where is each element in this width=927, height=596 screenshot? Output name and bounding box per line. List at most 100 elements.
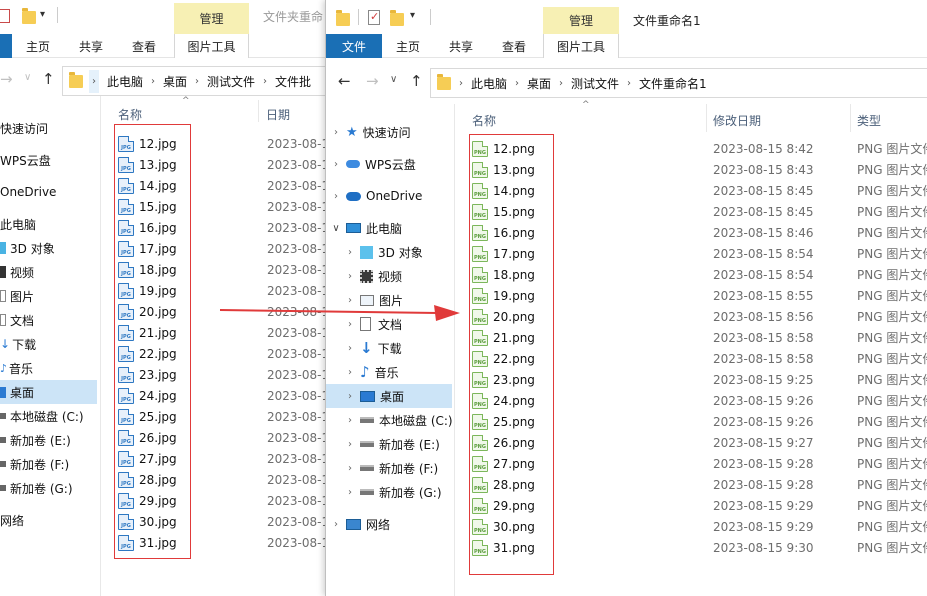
breadcrumb-item[interactable]: 文件批 [275,73,311,90]
checklist-icon[interactable] [0,9,10,23]
nav-item-wps-cloud[interactable]: WPS云盘 [0,148,100,172]
chevron-right-icon[interactable]: › [340,463,360,474]
nav-item-quick-access[interactable]: › ★ 快速访问 [326,120,454,144]
nav-item-drive-g[interactable]: 新加卷 (G:) [0,476,100,500]
chevron-right-icon[interactable]: › [340,247,360,258]
breadcrumb-item[interactable]: 此电脑 [107,73,143,90]
nav-item-quick-access[interactable]: 快速访问 [0,116,100,140]
highlight-box-jpg [114,124,191,559]
dropdown-icon[interactable]: ▾ [410,10,415,21]
chevron-right-icon[interactable]: › [326,191,346,202]
chevron-right-icon[interactable]: › [340,391,360,402]
recent-dropdown-icon[interactable]: ∨ [390,74,397,85]
file-modified-date: 2023-08-15 8:46 [713,225,814,240]
tab-picture-tools[interactable]: 图片工具 [543,34,619,58]
nav-item-videos[interactable]: 视频 [0,260,100,284]
folder-icon[interactable] [390,10,404,26]
drive-icon [0,485,6,491]
nav-item-this-pc[interactable]: 此电脑 [0,212,100,236]
nav-item-pictures[interactable]: 图片 [0,284,100,308]
forward-arrow-icon[interactable]: → [366,72,379,90]
chevron-down-icon[interactable]: ∨ [326,223,346,234]
chevron-right-icon[interactable]: › [340,271,360,282]
nav-item-3d-objects[interactable]: › 3D 对象 [340,240,454,264]
tab-picture-tools[interactable]: 图片工具 [174,34,249,58]
nav-label: WPS云盘 [365,157,416,172]
dropdown-icon[interactable]: ▾ [40,9,45,20]
nav-item-desktop[interactable]: 桌面 [0,380,97,404]
cube-icon [0,242,6,254]
chevron-right-icon[interactable]: › [340,343,360,354]
column-divider [706,104,707,132]
tab-home[interactable]: 主页 [396,34,420,58]
tab-file[interactable]: 文件 [326,34,382,58]
breadcrumb-item[interactable]: 此电脑 [471,75,507,92]
chevron-right-icon[interactable]: › [340,415,360,426]
nav-item-downloads[interactable]: ↓ 下载 [0,332,100,356]
file-date: 2023-08-1 [267,136,330,151]
checklist-icon[interactable]: ✓ [368,10,380,25]
nav-item-drive-g[interactable]: › 新加卷 (G:) [340,480,454,504]
drive-icon [360,417,374,423]
up-icon[interactable]: ↑ [42,70,55,88]
tab-share[interactable]: 共享 [79,34,103,58]
nav-item-3d-objects[interactable]: 3D 对象 [0,236,100,260]
column-header-date[interactable]: 日期 [266,106,290,123]
address-box[interactable]: › 此电脑 › 桌面 › 测试文件 › 文件批 [62,66,340,96]
chevron-right-icon[interactable]: › [326,159,346,170]
tab-view[interactable]: 查看 [132,34,156,58]
chevron-right-icon[interactable]: › [340,439,360,450]
chevron-right-icon[interactable]: › [340,295,360,306]
column-header-name[interactable]: 名称 [472,112,496,129]
recent-dropdown-icon[interactable]: ∨ [24,72,31,83]
nav-item-music[interactable]: › ♪ 音乐 [340,360,454,384]
chevron-right-icon[interactable]: › [340,319,360,330]
nav-item-this-pc[interactable]: ∨ 此电脑 [326,216,454,240]
forward-icon[interactable]: → [0,70,13,88]
breadcrumb-item[interactable]: 桌面 [163,73,187,90]
nav-item-downloads[interactable]: › ↓ 下载 [340,336,454,360]
nav-item-network[interactable]: › 网络 [326,512,454,536]
column-header-name[interactable]: 名称 [118,106,142,123]
tab-view[interactable]: 查看 [502,34,526,58]
breadcrumb-item[interactable]: 桌面 [527,75,551,92]
column-header-type[interactable]: 类型 [857,112,881,129]
folder-icon[interactable] [22,8,36,24]
chevron-right-icon[interactable]: › [340,367,360,378]
nav-item-documents[interactable]: › 文档 [340,312,454,336]
chevron-right-icon[interactable]: › [340,487,360,498]
nav-item-onedrive[interactable]: › OneDrive [326,184,454,208]
back-arrow-icon[interactable]: ← [338,72,351,90]
back-titlebar: ▾ 管理 文件夹重命 [0,0,340,34]
nav-item-wps-cloud[interactable]: › WPS云盘 [326,152,454,176]
nav-item-network[interactable]: 网络 [0,508,100,532]
nav-item-drive-f[interactable]: 新加卷 (F:) [0,452,100,476]
nav-item-documents[interactable]: 文档 [0,308,100,332]
nav-item-music[interactable]: ♪ 音乐 [0,356,100,380]
nav-item-drive-c[interactable]: 本地磁盘 (C:) [0,404,100,428]
manage-tab[interactable]: 管理 [543,7,619,34]
column-header-modified-date[interactable]: 修改日期 [713,112,761,129]
address-box[interactable]: › 此电脑 › 桌面 › 测试文件 › 文件重命名1 [430,68,927,98]
chevron-right-icon[interactable]: › [326,127,346,138]
nav-item-drive-e[interactable]: 新加卷 (E:) [0,428,100,452]
breadcrumb-item[interactable]: 文件重命名1 [639,75,707,92]
file-tab[interactable] [0,34,12,58]
nav-item-onedrive[interactable]: OneDrive [0,180,100,204]
nav-item-pictures[interactable]: › 图片 [340,288,454,312]
up-arrow-icon[interactable]: ↑ [410,72,423,90]
breadcrumb-item[interactable]: 测试文件 [571,75,619,92]
nav-item-drive-e[interactable]: › 新加卷 (E:) [340,432,454,456]
breadcrumb-item[interactable]: 测试文件 [207,73,255,90]
nav-item-desktop[interactable]: › 桌面 [326,384,452,408]
download-icon: ↓ [0,337,11,351]
manage-tab[interactable]: 管理 [174,3,249,34]
nav-item-drive-c[interactable]: › 本地磁盘 (C:) [340,408,454,432]
tab-home[interactable]: 主页 [26,34,50,58]
tab-share[interactable]: 共享 [449,34,473,58]
folder-icon[interactable] [336,10,350,26]
nav-item-drive-f[interactable]: › 新加卷 (F:) [340,456,454,480]
chevron-right-icon[interactable]: › [326,519,346,530]
nav-label: 新加卷 (F:) [10,457,70,472]
nav-item-videos[interactable]: › 视频 [340,264,454,288]
